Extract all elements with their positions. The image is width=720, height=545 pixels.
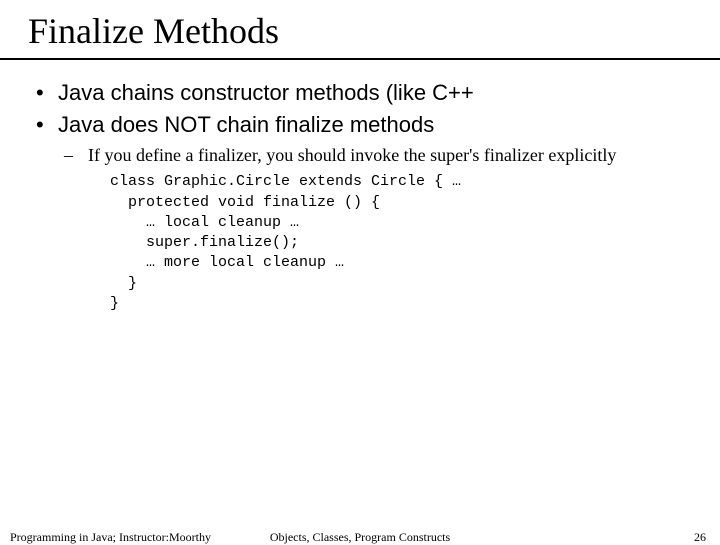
footer-page-number: 26 <box>694 530 706 545</box>
bullet-item: Java chains constructor methods (like C+… <box>32 78 688 108</box>
sub-point-text: –If you define a finalizer, you should i… <box>76 145 688 166</box>
slide: Finalize Methods Java chains constructor… <box>0 0 720 540</box>
footer-left: Programming in Java; Instructor:Moorthy <box>10 530 211 545</box>
bullet-list: Java chains constructor methods (like C+… <box>32 78 688 139</box>
code-block: class Graphic.Circle extends Circle { … … <box>110 172 688 314</box>
slide-title: Finalize Methods <box>0 0 720 58</box>
footer-center: Objects, Classes, Program Constructs <box>270 530 450 545</box>
bullet-item: Java does NOT chain finalize methods <box>32 110 688 140</box>
slide-content: Java chains constructor methods (like C+… <box>0 60 720 314</box>
sub-point: –If you define a finalizer, you should i… <box>76 145 688 166</box>
